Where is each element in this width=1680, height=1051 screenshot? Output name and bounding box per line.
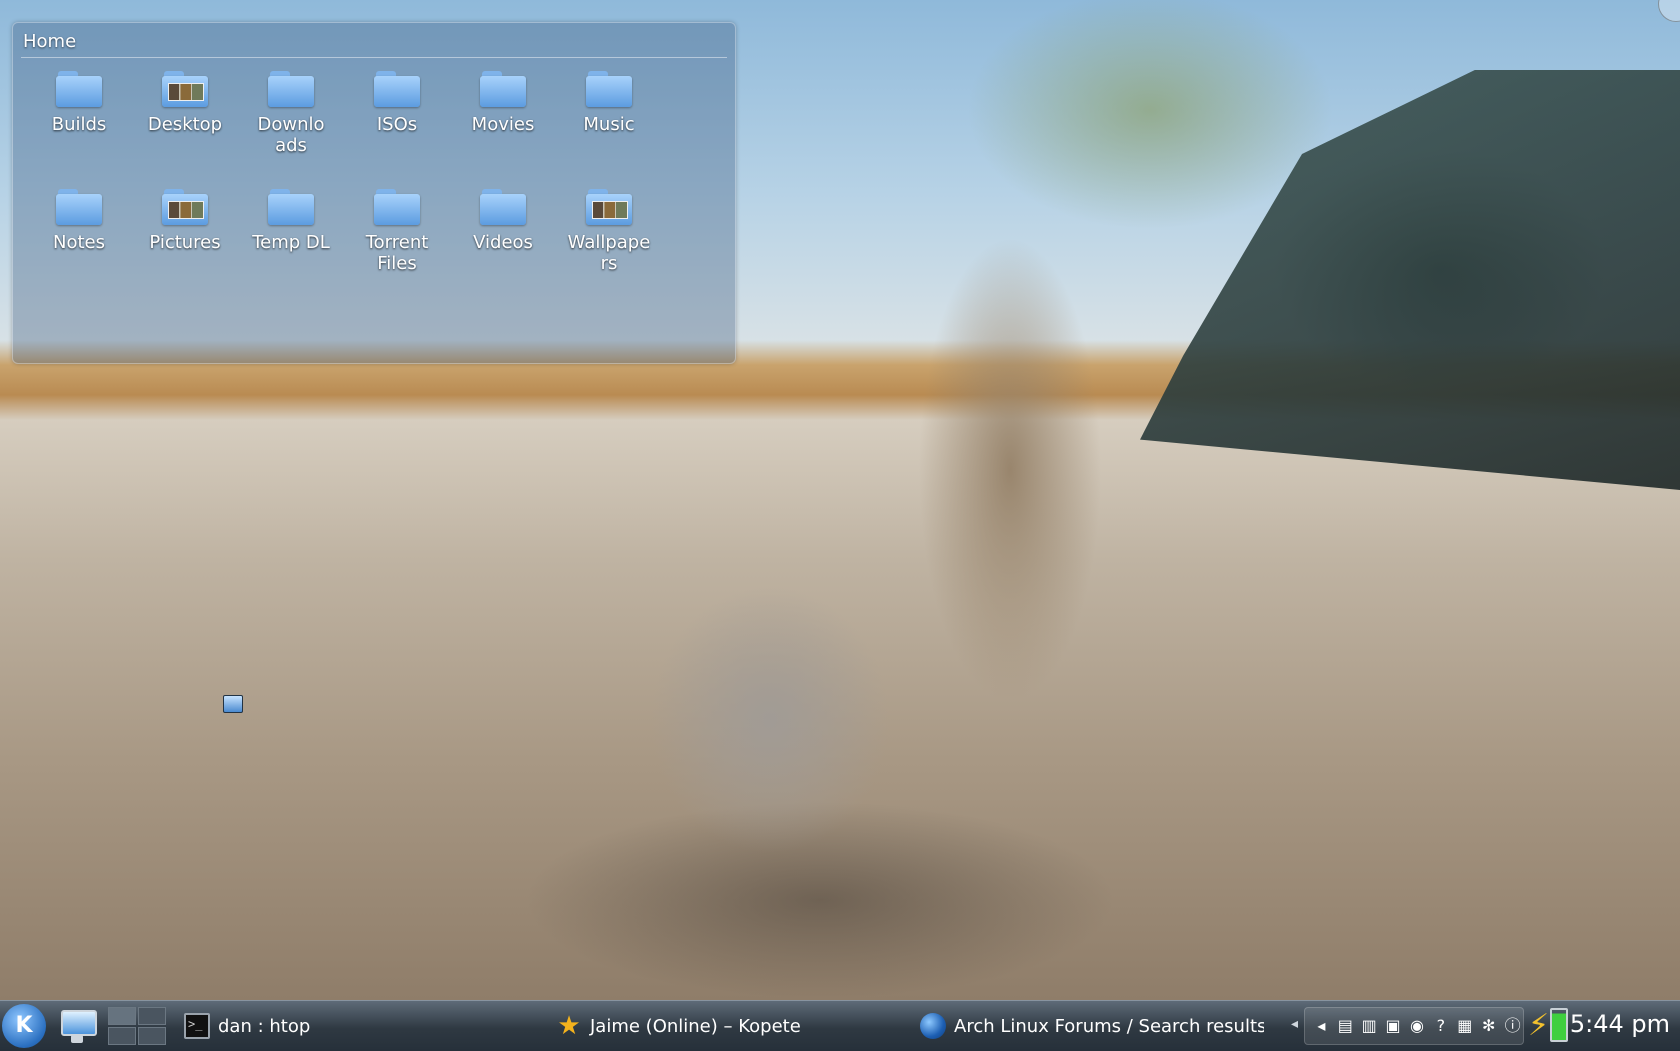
updates-icon[interactable]: ◉ xyxy=(1407,1015,1428,1037)
folder-item-builds[interactable]: Builds xyxy=(29,71,129,135)
folder-item-wallpapers[interactable]: Wallpapers xyxy=(559,189,659,274)
pager-desktop-3[interactable] xyxy=(108,1027,136,1045)
folder-view-title: Home xyxy=(23,31,77,52)
folder-view-widget: Home Builds Desktop Downloads ISOs Movie… xyxy=(12,22,736,364)
package-icon[interactable]: ▦ xyxy=(1454,1015,1475,1037)
folder-icon xyxy=(480,189,526,225)
folder-item-videos[interactable]: Videos xyxy=(453,189,553,253)
folder-item-label: Music xyxy=(583,114,635,135)
display-icon[interactable]: ▣ xyxy=(1383,1015,1404,1037)
system-tray: ◂ ▤ ▥ ▣ ◉ ? ▦ ✻ ⓘ xyxy=(1304,1007,1524,1045)
folder-item-label: Torrent Files xyxy=(365,232,429,274)
kopete-icon: ★ xyxy=(557,1011,581,1041)
folder-item-label: Wallpapers xyxy=(567,232,651,274)
folder-item-label: Temp DL xyxy=(252,232,330,253)
folder-item-label: Builds xyxy=(51,114,107,135)
folder-icon xyxy=(586,71,632,107)
globe-icon xyxy=(920,1013,946,1039)
folder-item-torrent-files[interactable]: Torrent Files xyxy=(347,189,447,274)
network-icon[interactable]: ▥ xyxy=(1359,1015,1380,1037)
battery-icon[interactable]: ⚡ xyxy=(1528,1006,1576,1046)
desktop-computer-icon[interactable] xyxy=(223,695,243,713)
folder-item-label: Notes xyxy=(53,232,105,253)
folder-item-label: ISOs xyxy=(376,114,418,135)
folder-item-label: Movies xyxy=(471,114,535,135)
taskbar: K >_ dan : htop ★ Jaime (Online) – Kopet… xyxy=(0,1000,1680,1051)
folder-thumbnails-icon xyxy=(162,189,208,225)
kde-menu-button[interactable]: K xyxy=(2,1004,46,1048)
folder-item-desktop[interactable]: Desktop xyxy=(135,71,235,135)
settings-icon[interactable]: ✻ xyxy=(1478,1015,1499,1037)
task-label: dan : htop xyxy=(218,1015,311,1037)
folder-item-temp-dl[interactable]: Temp DL xyxy=(241,189,341,253)
task-label: Jaime (Online) – Kopete xyxy=(590,1015,801,1037)
info-icon[interactable]: ⓘ xyxy=(1502,1015,1523,1037)
folder-item-music[interactable]: Music xyxy=(559,71,659,135)
pager-desktop-1[interactable] xyxy=(108,1007,136,1025)
desktop-pager[interactable] xyxy=(108,1007,166,1045)
folder-icon xyxy=(268,189,314,225)
folder-item-label: Videos xyxy=(473,232,533,253)
task-htop[interactable]: >_ dan : htop xyxy=(184,1005,534,1047)
task-kopete[interactable]: ★ Jaime (Online) – Kopete xyxy=(556,1005,896,1047)
folder-icon xyxy=(374,71,420,107)
task-arch-forums[interactable]: Arch Linux Forums / Search results xyxy=(920,1005,1264,1047)
folder-view-separator xyxy=(21,57,727,58)
folder-item-label: Downloads xyxy=(257,114,325,156)
folder-item-movies[interactable]: Movies xyxy=(453,71,553,135)
volume-icon[interactable]: ◂ xyxy=(1311,1015,1332,1037)
clock[interactable]: 5:44 pm xyxy=(1570,1010,1670,1038)
folder-icon xyxy=(268,71,314,107)
clipboard-icon[interactable]: ▤ xyxy=(1335,1015,1356,1037)
folder-item-label: Pictures xyxy=(149,232,221,253)
folder-item-downloads[interactable]: Downloads xyxy=(241,71,341,156)
folder-item-label: Desktop xyxy=(147,114,223,135)
folder-icon xyxy=(480,71,526,107)
help-icon[interactable]: ? xyxy=(1430,1015,1451,1037)
folder-icon xyxy=(374,189,420,225)
folder-item-isos[interactable]: ISOs xyxy=(347,71,447,135)
show-desktop-icon[interactable] xyxy=(57,1006,97,1046)
folder-thumbnails-icon xyxy=(162,71,208,107)
tray-expand-icon[interactable]: ◂ xyxy=(1291,1016,1298,1032)
pager-desktop-2[interactable] xyxy=(138,1007,166,1025)
folder-icon xyxy=(56,189,102,225)
folder-thumbnails-icon xyxy=(586,189,632,225)
task-label: Arch Linux Forums / Search results xyxy=(954,1015,1264,1037)
folder-icon xyxy=(56,71,102,107)
terminal-icon: >_ xyxy=(184,1013,210,1039)
pager-desktop-4[interactable] xyxy=(138,1027,166,1045)
folder-item-pictures[interactable]: Pictures xyxy=(135,189,235,253)
folder-item-notes[interactable]: Notes xyxy=(29,189,129,253)
